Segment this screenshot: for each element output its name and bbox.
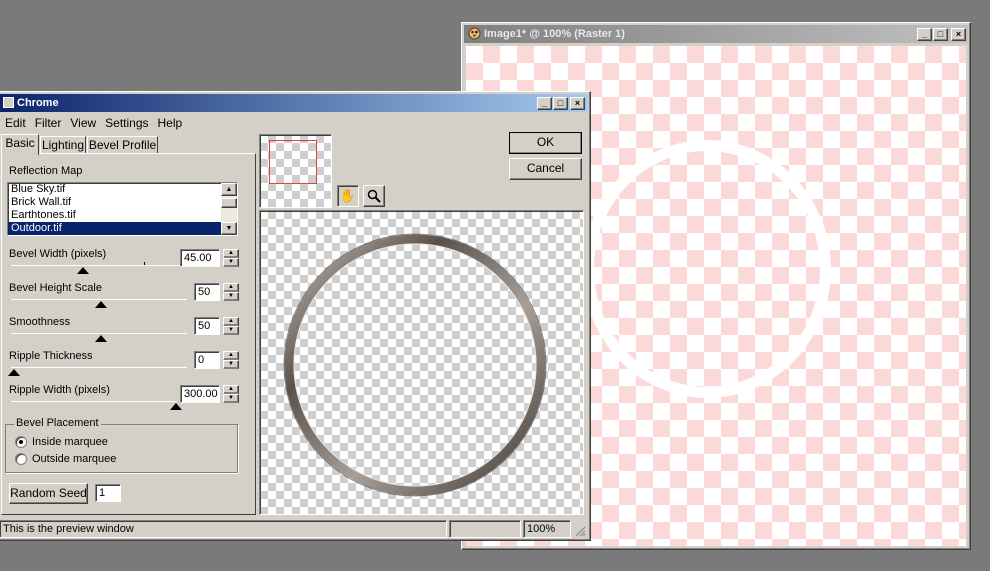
list-item[interactable]: Blue Sky.tif	[8, 183, 237, 196]
menu-settings[interactable]: Settings	[101, 114, 153, 130]
reflection-map-label: Reflection Map	[9, 165, 83, 177]
ripple-thickness-input[interactable]: 0	[194, 351, 220, 369]
list-item-selected[interactable]: Outdoor.tif	[8, 222, 237, 235]
outside-marquee-radio[interactable]	[15, 453, 27, 465]
tab-lighting[interactable]: Lighting	[40, 136, 86, 154]
random-seed-input[interactable]: 1	[95, 484, 121, 502]
smoothness-label: Smoothness	[9, 316, 71, 328]
status-message: This is the preview window	[0, 520, 447, 538]
menu-view[interactable]: View	[66, 114, 101, 130]
menu-edit[interactable]: Edit	[1, 114, 31, 130]
list-item[interactable]: Brick Wall.tif	[8, 196, 237, 209]
bevel-height-track[interactable]	[11, 299, 187, 300]
ok-button[interactable]: OK	[509, 132, 582, 154]
ripple-thickness-spinner[interactable]: ▲ ▼	[223, 351, 239, 369]
dialog-minimize-button[interactable]: _	[537, 97, 552, 110]
bevel-height-input[interactable]: 50	[194, 283, 220, 301]
hand-tool-icon[interactable]: ✋	[337, 185, 359, 207]
random-seed-button[interactable]: Random Seed	[9, 483, 88, 504]
status-zoom: 100%	[523, 520, 571, 538]
preview-window[interactable]	[259, 210, 584, 515]
ripple-width-input[interactable]: 300.00	[180, 385, 220, 403]
ripple-thickness-label: Ripple Thickness	[9, 350, 93, 362]
bevel-width-label: Bevel Width (pixels)	[9, 248, 107, 260]
cancel-button[interactable]: Cancel	[509, 158, 582, 180]
bevel-height-spinner[interactable]: ▲ ▼	[223, 283, 239, 301]
ripple-width-label: Ripple Width (pixels)	[9, 384, 110, 396]
ripple-thickness-thumb[interactable]	[8, 369, 20, 376]
ripple-width-track[interactable]	[11, 401, 177, 402]
bevel-width-track[interactable]	[11, 265, 187, 266]
dialog-title: Chrome	[17, 97, 59, 109]
dialog-titlebar[interactable]: Chrome	[0, 94, 588, 112]
image-window-title: Image1* @ 100% (Raster 1)	[484, 28, 625, 40]
ripple-width-spinner[interactable]: ▲ ▼	[223, 385, 239, 403]
status-bar: This is the preview window 100%	[0, 519, 588, 539]
inside-marquee-radio[interactable]	[15, 436, 27, 448]
tab-basic[interactable]: Basic	[1, 134, 39, 155]
minimize-button[interactable]: _	[917, 28, 932, 41]
dialog-close-button[interactable]: ×	[570, 97, 585, 110]
tab-bevel-profile[interactable]: Bevel Profile	[87, 136, 158, 154]
scroll-up-icon[interactable]: ▲	[221, 183, 237, 196]
smoothness-spinner[interactable]: ▲ ▼	[223, 317, 239, 335]
scroll-down-icon[interactable]: ▼	[221, 222, 237, 235]
smoothness-thumb[interactable]	[95, 335, 107, 342]
smoothness-track[interactable]	[11, 333, 187, 334]
bevel-width-thumb[interactable]	[77, 267, 89, 274]
outside-marquee-label[interactable]: Outside marquee	[32, 453, 116, 465]
resize-grip-icon[interactable]	[574, 525, 586, 537]
dialog-icon	[3, 97, 14, 108]
bevel-height-label: Bevel Height Scale	[9, 282, 102, 294]
chrome-dialog[interactable]: Chrome _ □ × Edit Filter View Settings Help …	[0, 91, 591, 541]
status-empty-pane	[449, 520, 521, 538]
ring-shape	[583, 140, 831, 398]
menu-filter[interactable]: Filter	[31, 114, 67, 130]
chrome-ring-preview	[283, 233, 547, 497]
slider-tick	[144, 262, 145, 265]
smoothness-input[interactable]: 50	[194, 317, 220, 335]
ripple-width-thumb[interactable]	[170, 403, 182, 410]
menu-bar: Edit Filter View Settings Help	[1, 114, 187, 132]
scroll-thumb[interactable]	[221, 198, 237, 208]
bevel-height-thumb[interactable]	[95, 301, 107, 308]
image-window-titlebar[interactable]: Image1* @ 100% (Raster 1)	[464, 25, 968, 43]
inside-marquee-label[interactable]: Inside marquee	[32, 436, 108, 448]
list-scrollbar[interactable]: ▲ ▼	[221, 183, 237, 235]
ripple-thickness-track[interactable]	[11, 367, 187, 368]
list-item[interactable]: Earthtones.tif	[8, 209, 237, 222]
navigator-thumbnail[interactable]	[259, 134, 332, 208]
close-button[interactable]: ×	[951, 28, 966, 41]
reflection-map-list[interactable]: Blue Sky.tif Brick Wall.tif Earthtones.t…	[7, 182, 238, 236]
dialog-maximize-button[interactable]: □	[553, 97, 568, 110]
bevel-placement-group: Bevel Placement Inside marquee Outside m…	[5, 417, 238, 473]
zoom-tool-icon[interactable]	[363, 185, 385, 207]
bevel-width-input[interactable]: 45.00	[180, 249, 220, 267]
app-icon	[468, 27, 481, 40]
bevel-width-spinner[interactable]: ▲ ▼	[223, 249, 239, 267]
view-rectangle[interactable]	[269, 140, 317, 184]
menu-help[interactable]: Help	[154, 114, 188, 130]
maximize-button[interactable]: □	[933, 28, 948, 41]
bevel-placement-label: Bevel Placement	[14, 417, 101, 429]
